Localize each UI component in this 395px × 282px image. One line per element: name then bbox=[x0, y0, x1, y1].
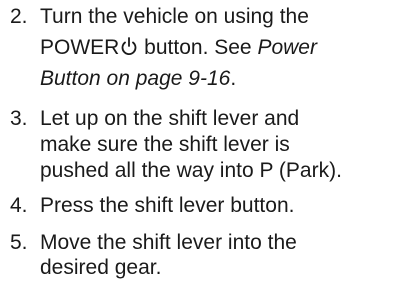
step-text: button. See bbox=[138, 36, 258, 59]
step-text-line: Button on page 9-16. bbox=[40, 65, 236, 92]
step-text-line: Press the shift lever button. bbox=[40, 194, 295, 217]
cross-reference: Button on page 9-16 bbox=[40, 67, 231, 90]
step-text-line: pushed all the way into P (Park). bbox=[40, 159, 342, 182]
step-number: 2. bbox=[10, 5, 28, 28]
step-text-line: Turn the vehicle on using the bbox=[40, 5, 309, 28]
step-text-line: make sure the shift lever is bbox=[40, 133, 290, 156]
step-text: . bbox=[230, 67, 237, 90]
step-text-line: desired gear. bbox=[40, 256, 162, 279]
step-number: 4. bbox=[10, 194, 28, 217]
step-number: 3. bbox=[10, 107, 28, 130]
power-icon bbox=[121, 37, 137, 56]
cross-reference: Power bbox=[257, 36, 317, 59]
step-text-line: Move the shift lever into the bbox=[40, 231, 297, 254]
step-text-line: Let up on the shift lever and bbox=[40, 107, 300, 130]
step-text-line: POWER button. See Power bbox=[40, 34, 317, 61]
power-label: POWER bbox=[40, 36, 120, 59]
step-number: 5. bbox=[10, 231, 28, 254]
